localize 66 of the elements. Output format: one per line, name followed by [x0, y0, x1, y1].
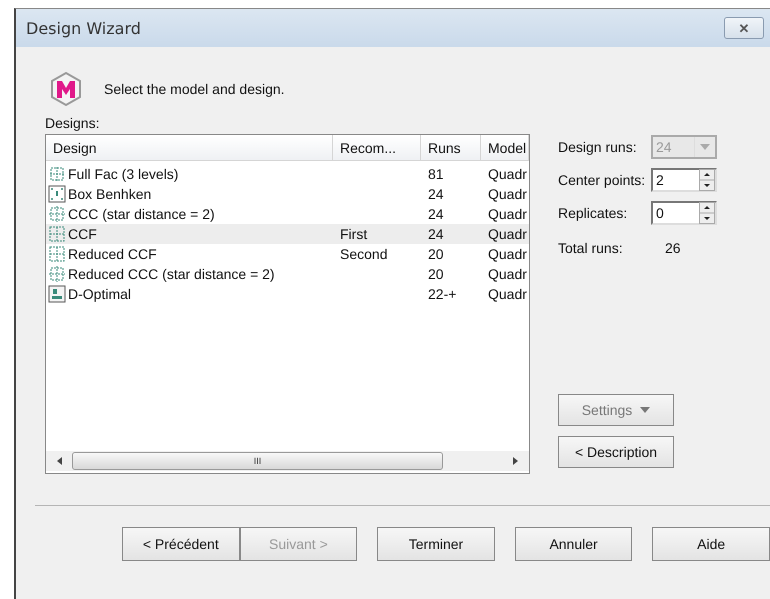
design-row[interactable]: Reduced CCF Second 20 Quadr [46, 244, 529, 264]
wizard-button[interactable]: Aide [652, 527, 770, 561]
caret-icon [640, 407, 650, 413]
scrollbar-thumb[interactable]: III [72, 452, 443, 470]
option-label: Center points: [558, 172, 646, 188]
grid-icon [48, 165, 66, 183]
grid-icon [48, 225, 66, 243]
wizard-button[interactable]: Annuler [514, 527, 632, 561]
grid-icon [48, 265, 66, 283]
runs-cell-text: 22-+ [427, 286, 458, 302]
scroll-left-icon[interactable] [56, 456, 64, 466]
model-cell-text: Quadr [487, 186, 528, 202]
design-row[interactable]: CCC (star distance = 2) 24 Quadr [46, 204, 529, 224]
grid-icon [48, 185, 66, 203]
option-label: Design runs: [558, 139, 638, 155]
spin-field[interactable]: 0 [651, 201, 717, 225]
design-name: Reduced CCF [68, 246, 157, 262]
option-label: Replicates: [558, 205, 628, 221]
design-name: Box Benhken [68, 186, 152, 202]
column-header[interactable]: Model [481, 135, 529, 160]
recommendation-cell-text: Second [339, 246, 388, 262]
model-cell-text: Quadr [487, 266, 528, 282]
model-cell-text: Quadr [487, 206, 528, 222]
model-cell-text: Quadr [487, 226, 528, 242]
runs-cell-text: 24 [427, 226, 445, 242]
instruction-text: Select the model and design. [104, 81, 285, 97]
design-name: D-Optimal [68, 286, 132, 302]
designs-label: Designs: [45, 115, 100, 131]
window-title: Design Wizard [26, 18, 141, 38]
wizard-button[interactable]: Terminer [377, 527, 495, 561]
column-header[interactable]: Recom... [333, 135, 421, 160]
design-row[interactable]: CCF First 24 Quadr [46, 224, 529, 244]
spin-arrows-icon[interactable] [699, 169, 715, 191]
runs-cell-text: 24 [427, 186, 445, 202]
design-row[interactable]: D-Optimal 22-+ Quadr [46, 284, 529, 304]
design-row[interactable]: Reduced CCC (star distance = 2) 20 Quadr [46, 264, 529, 284]
grid-icon [48, 205, 66, 223]
design-row[interactable]: Box Benhken 24 Quadr [46, 184, 529, 204]
spin-field[interactable]: 2 [651, 168, 717, 192]
design-row[interactable]: Full Fac (3 levels) 81 Quadr [46, 164, 529, 184]
column-header[interactable]: Design [46, 135, 333, 160]
model-cell-text: Quadr [487, 246, 528, 262]
model-cell-text: Quadr [487, 286, 528, 302]
runs-cell-text: 81 [427, 166, 445, 182]
design-name: Reduced CCC (star distance = 2) [68, 266, 275, 282]
runs-cell-text: 24 [427, 206, 445, 222]
recommendation-cell-text: First [339, 226, 368, 242]
description-button[interactable]: < Description [558, 436, 674, 468]
model-cell-text: Quadr [487, 166, 528, 182]
logo-icon [48, 71, 84, 107]
runs-cell-text: 20 [427, 266, 445, 282]
grid-icon [48, 245, 66, 263]
spin-arrows-icon[interactable] [699, 202, 715, 224]
close-button[interactable]: ✕ [724, 17, 764, 39]
document-icon [48, 285, 66, 303]
wizard-button[interactable]: < Précédent [122, 527, 240, 561]
design-name: Full Fac (3 levels) [68, 166, 178, 182]
design-name: CCF [68, 226, 97, 242]
option-label: Total runs: [558, 240, 624, 256]
scroll-right-icon[interactable] [511, 456, 519, 466]
runs-cell-text: 20 [427, 246, 445, 262]
column-header[interactable]: Runs [421, 135, 481, 160]
design-name: CCC (star distance = 2) [68, 206, 215, 222]
total-runs-value: 26 [665, 240, 681, 256]
dropdown-arrow-icon [700, 144, 710, 150]
horizontal-scrollbar[interactable]: III [46, 451, 529, 471]
